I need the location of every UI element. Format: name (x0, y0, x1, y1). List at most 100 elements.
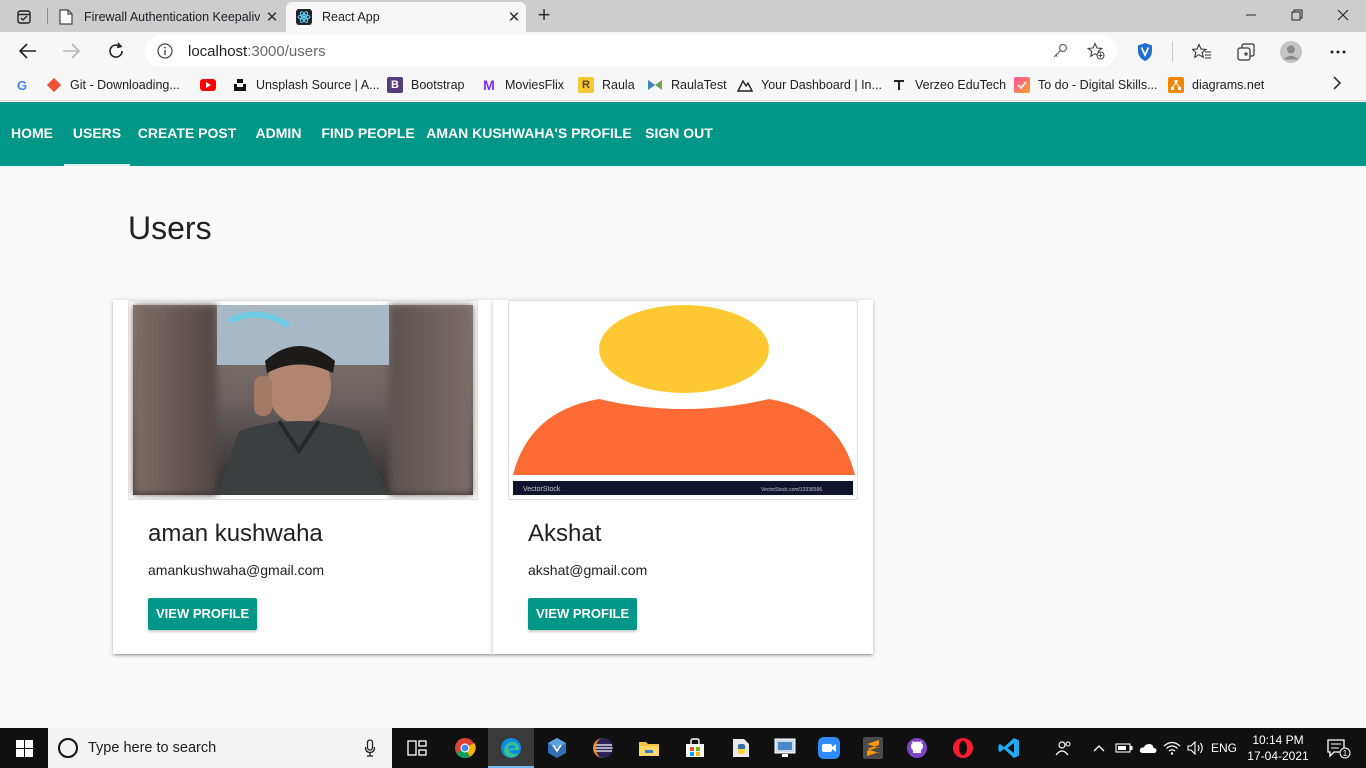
nav-home[interactable]: HOME (0, 102, 64, 166)
bookmark-dashboard[interactable]: Your Dashboard | In... (737, 76, 882, 94)
nav-admin[interactable]: ADMIN (244, 102, 313, 166)
url-host: localhost (188, 43, 248, 60)
taskbar-clock[interactable]: 10:14 PM 17-04-2021 (1244, 732, 1312, 764)
zoom-icon[interactable] (806, 728, 852, 768)
browser-tab-strip: Firewall Authentication Keepalive ✕ Reac… (0, 0, 1366, 32)
git-icon (46, 77, 62, 93)
user-card: VectorStock VectorStock.com/13336596 Aks… (493, 300, 873, 654)
sublime-text-icon[interactable] (850, 728, 896, 768)
bootstrap-icon: B (387, 77, 403, 93)
youtube-icon (200, 77, 216, 93)
bookmark-label: Your Dashboard | In... (761, 78, 882, 92)
vscode-icon[interactable] (986, 728, 1032, 768)
more-menu-icon[interactable] (1327, 41, 1349, 63)
user-name: Akshat (528, 520, 602, 547)
wifi-icon[interactable] (1161, 728, 1183, 768)
volume-icon[interactable] (1185, 728, 1207, 768)
microphone-icon[interactable] (364, 739, 376, 762)
react-icon (296, 9, 312, 25)
profile-avatar-icon[interactable] (1280, 41, 1302, 63)
store-icon[interactable] (672, 728, 718, 768)
raulatest-icon (647, 77, 663, 93)
bookmark-verzeo[interactable]: Verzeo EduTech (891, 76, 1006, 94)
bookmark-label: diagrams.net (1192, 78, 1265, 92)
close-tab-icon[interactable]: ✕ (502, 8, 526, 26)
nav-find-people[interactable]: FIND PEOPLE (313, 102, 423, 166)
onedrive-icon[interactable] (1137, 728, 1159, 768)
refresh-icon[interactable] (101, 36, 131, 66)
view-profile-button[interactable]: VIEW PROFILE (528, 598, 638, 630)
bookmark-label: Unsplash Source | A... (256, 78, 380, 92)
github-desktop-icon[interactable] (894, 728, 940, 768)
forward-icon[interactable] (56, 36, 86, 66)
url-path: :3000/users (247, 43, 326, 60)
opera-icon[interactable] (940, 728, 986, 768)
bookmark-unsplash[interactable]: Unsplash Source | A... (232, 76, 379, 94)
key-icon[interactable] (1051, 42, 1069, 60)
search-placeholder: Type here to search (88, 740, 217, 756)
nav-profile[interactable]: AMAN KUSHWAHA'S PROFILE (423, 102, 635, 166)
bookmark-google[interactable]: G (14, 76, 38, 94)
info-icon[interactable] (157, 43, 173, 64)
user-email: amankushwaha@gmail.com (148, 562, 325, 578)
bookmark-raula[interactable]: R Raula (578, 76, 635, 94)
battery-icon[interactable] (1113, 728, 1135, 768)
browser-tab-firewall[interactable]: Firewall Authentication Keepalive ✕ (48, 2, 284, 32)
tab-title: Firewall Authentication Keepalive (84, 10, 260, 24)
bookmark-diagrams[interactable]: diagrams.net (1168, 76, 1264, 94)
vpn-shield-icon[interactable] (1134, 41, 1156, 63)
nav-create-post[interactable]: CREATE POST (130, 102, 244, 166)
watermark-left: VectorStock (523, 486, 561, 493)
view-profile-button[interactable]: VIEW PROFILE (148, 598, 258, 630)
file-explorer-icon[interactable] (626, 728, 672, 768)
eclipse-icon[interactable] (580, 728, 626, 768)
bookmark-label: Git - Downloading... (70, 78, 180, 92)
user-photo (128, 300, 478, 500)
chevron-right-icon[interactable] (1332, 76, 1342, 95)
chevron-up-icon[interactable] (1090, 728, 1108, 768)
bookmark-git[interactable]: Git - Downloading... (46, 76, 180, 94)
notification-count: 1 (1343, 749, 1348, 758)
close-tab-icon[interactable]: ✕ (260, 8, 284, 26)
default-avatar-image: VectorStock VectorStock.com/13336596 (508, 300, 858, 500)
remote-desktop-icon[interactable] (762, 728, 808, 768)
browser-tab-react-app[interactable]: React App ✕ (286, 2, 526, 32)
bookmark-youtube[interactable] (200, 76, 224, 94)
close-window-icon[interactable] (1320, 0, 1366, 30)
virtualbox-icon[interactable] (534, 728, 580, 768)
app-navbar: HOME USERS CREATE POST ADMIN FIND PEOPLE… (0, 102, 1366, 166)
page-title: Users (128, 210, 212, 246)
add-favorite-icon[interactable] (1087, 42, 1105, 60)
todo-icon (1014, 77, 1030, 93)
notification-center-icon[interactable]: 1 (1318, 728, 1358, 768)
python-icon[interactable] (718, 728, 764, 768)
task-view-icon[interactable] (394, 728, 440, 768)
windows-start-icon[interactable] (0, 728, 48, 768)
people-icon[interactable] (1052, 728, 1076, 768)
bookmark-label: Raula (602, 78, 635, 92)
tab-title: React App (322, 10, 380, 24)
nav-sign-out[interactable]: SIGN OUT (635, 102, 723, 166)
back-icon[interactable] (13, 36, 43, 66)
bookmark-bootstrap[interactable]: B Bootstrap (387, 76, 465, 94)
chrome-icon[interactable] (442, 728, 488, 768)
edge-icon[interactable] (488, 728, 534, 768)
tab-actions-icon[interactable] (8, 6, 40, 28)
moviesflix-icon: M (483, 77, 495, 93)
raula-icon: R (578, 77, 594, 93)
new-tab-button[interactable]: + (530, 3, 558, 29)
address-bar[interactable]: localhost:3000/users (145, 35, 1117, 67)
favorites-icon[interactable] (1191, 41, 1213, 63)
nav-users[interactable]: USERS (64, 102, 130, 166)
restore-icon[interactable] (1274, 0, 1320, 30)
collections-icon[interactable] (1235, 41, 1257, 63)
bookmark-moviesflix[interactable]: M MoviesFlix (481, 76, 564, 94)
bookmark-todo[interactable]: To do - Digital Skills... (1014, 76, 1157, 94)
minimize-icon[interactable] (1228, 0, 1274, 30)
bookmarks-bar: G Git - Downloading... Unsplash Source |… (0, 70, 1366, 101)
bookmark-raulatest[interactable]: RaulaTest (647, 76, 727, 94)
language-indicator[interactable]: ENG (1208, 728, 1240, 768)
url-text[interactable]: localhost:3000/users (188, 43, 326, 60)
clock-time: 10:14 PM (1252, 733, 1304, 747)
taskbar-search-input[interactable]: Type here to search (48, 728, 392, 768)
